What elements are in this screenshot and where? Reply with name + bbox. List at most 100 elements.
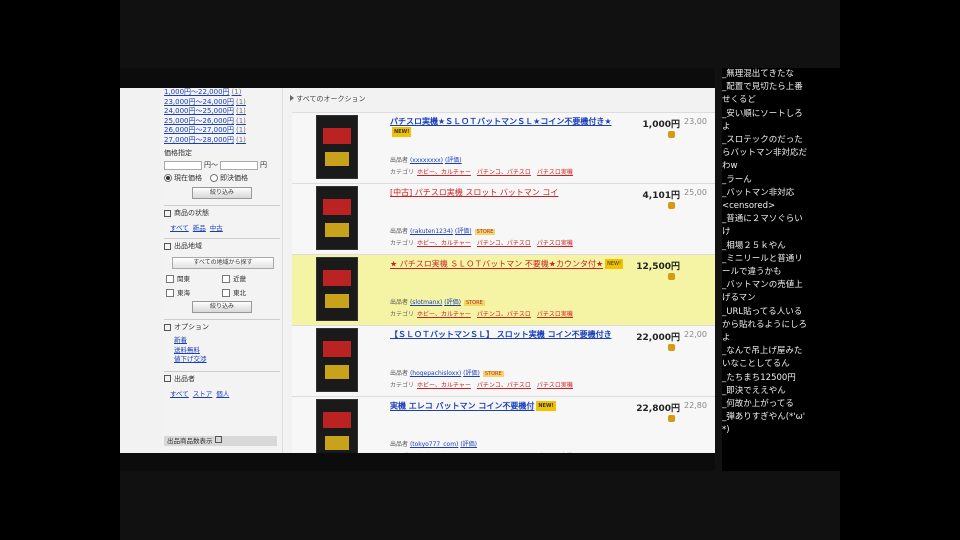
seller-info: 出品者 (tokyo777_com) (評価) [390, 439, 477, 448]
seller-info: 出品者 (hogepachisloxx) (評価) STORE [390, 368, 504, 377]
seller-name-link[interactable]: (tokyo777_com) [410, 441, 458, 448]
seller-links: すべて ストア 個人 [170, 388, 274, 398]
comment-line: よ [722, 121, 731, 132]
max-price-input[interactable] [220, 160, 258, 170]
watchlist-icon[interactable] [668, 273, 675, 280]
checkbox-box[interactable] [222, 275, 230, 283]
seller-filter-link[interactable]: すべて [170, 390, 189, 398]
current-price: 1,000円 [642, 120, 680, 130]
watchlist-icon[interactable] [668, 131, 675, 138]
comment-line: _何故か上がってる [722, 399, 794, 410]
seller-info: 出品者 (rakuten1234) (評価) STORE [390, 226, 496, 235]
checkbox-box[interactable] [166, 275, 174, 283]
listing-title-link[interactable]: 実機 エレコ バットマン コイン不要機付 NEW! [390, 401, 625, 412]
price-range-link[interactable]: 1,000円〜22,000円 (1) [164, 88, 282, 98]
price-range-link[interactable]: 24,000円〜25,000円 (1) [164, 107, 282, 117]
price-range-text: 1,000円〜22,000円 [164, 88, 230, 96]
comment-line: *) [722, 425, 730, 436]
section-options[interactable]: オプション [164, 319, 280, 334]
section-condition[interactable]: 商品の状態 [164, 205, 280, 220]
item-thumbnail[interactable] [316, 115, 358, 179]
category-link[interactable]: パチスロ実機 [537, 169, 573, 176]
checkbox-box[interactable] [222, 289, 230, 297]
category-link[interactable]: パチスロ実機 [537, 311, 573, 318]
seller-rating-link[interactable]: (評価) [444, 299, 461, 306]
listing-row: 【ＳＬＯＴバットマンＳＬ】 スロット実機 コイン不要機付き 22,000円 22,0… [292, 325, 715, 396]
section-seller[interactable]: 出品者 [164, 370, 280, 386]
item-thumbnail[interactable] [316, 399, 358, 453]
toggle-icon [164, 375, 171, 382]
seller-filter-link[interactable]: ストア [193, 390, 213, 398]
min-price-input[interactable] [164, 160, 202, 170]
price-range-link[interactable]: 23,000円〜24,000円 (1) [164, 98, 282, 108]
condition-link[interactable]: すべて [170, 224, 189, 232]
listing-title-link[interactable]: 【ＳＬＯＴバットマンＳＬ】 スロット実機 コイン不要機付き [390, 330, 625, 340]
price-range-link[interactable]: 26,000円〜27,000円 (1) [164, 126, 282, 136]
item-thumbnail[interactable] [316, 257, 358, 321]
checkbox-box[interactable] [166, 289, 174, 297]
item-count-toggle[interactable]: 出品商品数表示 [164, 436, 277, 446]
seller-rating-link[interactable]: (評価) [445, 157, 462, 164]
seller-name-link[interactable]: (xxxxxxxx) [410, 157, 443, 164]
option-link[interactable]: 新着 [174, 336, 282, 346]
item-thumbnail[interactable] [316, 186, 358, 250]
area-checkbox[interactable]: 近畿 [222, 273, 278, 283]
seller-rating-link[interactable]: (評価) [463, 370, 480, 377]
category-link[interactable]: パチスロ実機 [537, 240, 573, 247]
seller-rating-link[interactable]: (評価) [460, 441, 477, 448]
radio-current-price[interactable]: 現在価格 [164, 173, 202, 183]
video-bottom-bar [120, 453, 715, 471]
seller-name-link[interactable]: (rakuten1234) [410, 228, 453, 235]
listing-title-link[interactable]: ★ パチスロ実機 ＳＬＯＴバットマン 不要機★カウンタ付★ NEW! [390, 259, 625, 270]
seller-filter-link[interactable]: 個人 [216, 390, 229, 398]
comment-line: _ミニリールと普通リ [722, 253, 803, 264]
area-checkbox[interactable]: 東海 [166, 287, 222, 297]
area-filter-button[interactable]: 絞り込み [192, 301, 252, 313]
listing-title-link[interactable]: パチスロ実機★ＳＬＯＴバットマンＳＬ★コイン不要機付き★NEW! [390, 117, 625, 138]
condition-link[interactable]: 中古 [210, 224, 223, 232]
category-link[interactable]: パチンコ、パチスロ [477, 169, 531, 176]
seller-name-link[interactable]: (hogepachisloxx) [410, 370, 461, 377]
category-link[interactable]: ホビー、カルチャー [417, 169, 471, 176]
category-link[interactable]: ホビー、カルチャー [417, 382, 471, 389]
condition-link[interactable]: 新品 [193, 224, 206, 232]
price-range-text: 24,000円〜25,000円 [164, 107, 234, 115]
price-range-list: 1,000円〜22,000円 (1) 23,000円〜24,000円 (1) 24,00… [162, 88, 282, 145]
item-thumbnail[interactable] [316, 328, 358, 392]
toggle-icon [164, 323, 171, 331]
category-link[interactable]: パチンコ、パチスロ [477, 382, 531, 389]
comment-line: _相場２５ｋやん [722, 240, 786, 251]
listing-title: パチスロ実機★ＳＬＯＴバットマンＳＬ★コイン不要機付き★ [390, 117, 612, 126]
price-range-link[interactable]: 25,000円〜26,000円 (1) [164, 117, 282, 127]
watchlist-icon[interactable] [668, 202, 675, 209]
category-link[interactable]: パチンコ、パチスロ [477, 240, 531, 247]
comment-panel: _無理混出てきたな _配置で見切たら上番 せくるど _安い順にソートしろよ _スロテック… [722, 68, 840, 471]
comment-line: _スロテックのだった [722, 135, 803, 146]
category-link[interactable]: パチスロ実機 [537, 382, 573, 389]
seller-name-link[interactable]: (slotmanx) [410, 299, 442, 306]
listing-title-link[interactable]: [中古] パチスロ実機 スロット バットマン コイ [390, 188, 625, 198]
category-link[interactable]: パチンコ、パチスロ [477, 311, 531, 318]
option-links: 新着 送料無料 値下げ交渉 [172, 336, 282, 365]
section-area[interactable]: 出品地域 [164, 238, 280, 253]
store-badge: STORE [474, 229, 496, 235]
option-link[interactable]: 値下げ交渉 [174, 355, 282, 365]
area-checkbox[interactable]: 東北 [222, 287, 278, 297]
area-checkboxes: 関東 近畿 東海 東北 [166, 273, 278, 297]
seller-rating-link[interactable]: (評価) [455, 228, 472, 235]
area-all-button[interactable]: すべての地域から探す [172, 257, 274, 269]
condition-links: すべて 新品 中古 [170, 222, 274, 232]
category-link[interactable]: ホビー、カルチャー [417, 240, 471, 247]
watchlist-icon[interactable] [668, 344, 675, 351]
price-filter-button[interactable]: 絞り込み [192, 187, 252, 199]
listing-list: パチスロ実機★ＳＬＯＴバットマンＳＬ★コイン不要機付き★NEW! 1,000円 23… [292, 112, 715, 453]
breadcrumb[interactable]: すべてのオークション [290, 94, 365, 104]
comment-line: _ラーん [722, 174, 752, 185]
category-link[interactable]: ホビー、カルチャー [417, 311, 471, 318]
radio-instant-price[interactable]: 即決価格 [210, 173, 248, 183]
option-link[interactable]: 送料無料 [174, 346, 282, 356]
price-range-link[interactable]: 27,000円〜28,000円 (1) [164, 136, 282, 146]
watchlist-icon[interactable] [668, 415, 675, 422]
listing-title: ★ パチスロ実機 ＳＬＯＴバットマン 不要機★カウンタ付★ [390, 259, 604, 269]
area-checkbox[interactable]: 関東 [166, 273, 222, 283]
